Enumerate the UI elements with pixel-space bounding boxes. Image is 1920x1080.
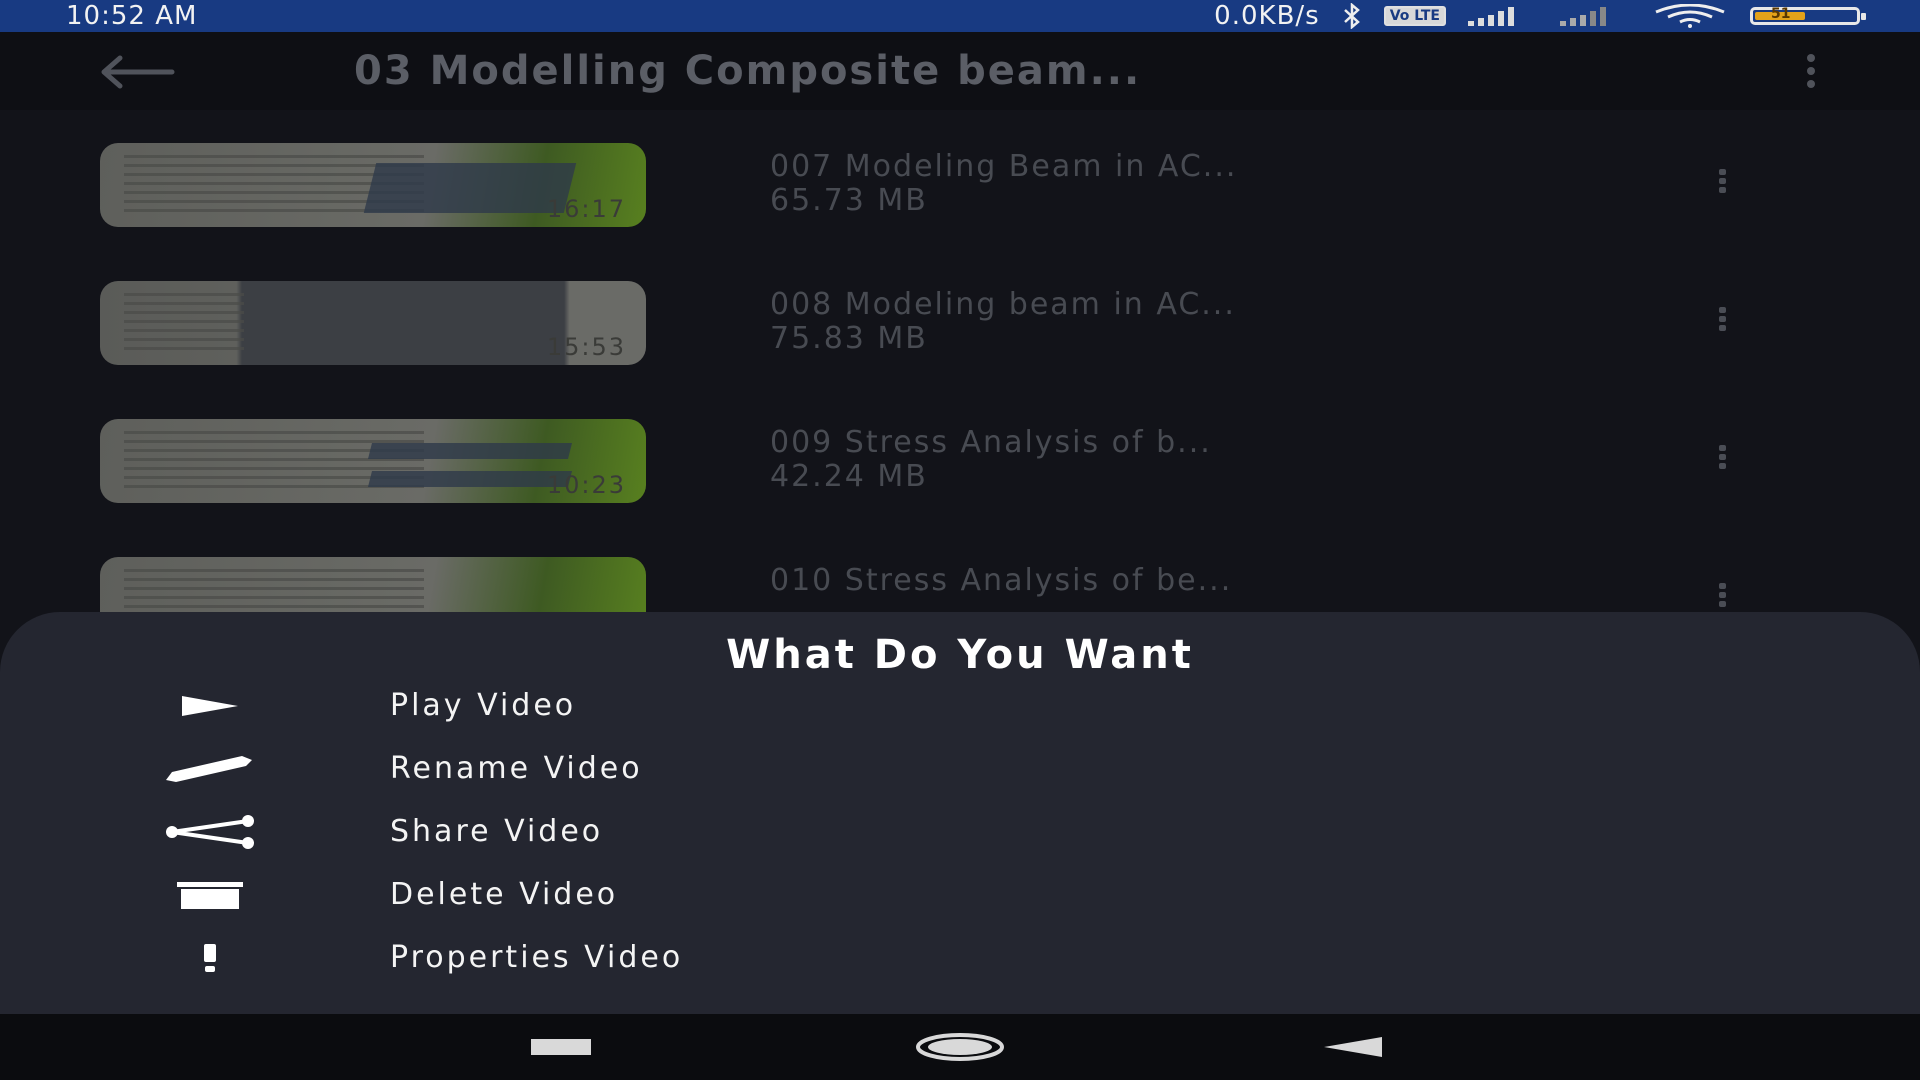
sheet-title: What Do You Want (726, 632, 1194, 678)
video-name: 008 Modeling beam in AC... (770, 287, 1236, 322)
option-label: Delete Video (390, 877, 619, 912)
recents-square-icon (531, 1039, 591, 1055)
item-more-button[interactable] (1710, 442, 1734, 472)
video-list-item[interactable]: 15:53 008 Modeling beam in AC... 75.83 M… (0, 248, 1920, 386)
system-nav-bar (0, 1014, 1920, 1080)
option-label: Share Video (390, 814, 604, 849)
more-vertical-icon (1718, 307, 1726, 313)
delete-video-option[interactable]: Delete Video (0, 867, 1920, 923)
share-icon (160, 810, 260, 854)
item-more-button[interactable] (1710, 166, 1734, 196)
trash-icon (160, 873, 260, 917)
rename-video-option[interactable]: Rename Video (0, 741, 1920, 797)
video-name: 010 Stress Analysis of be... (770, 563, 1233, 598)
back-triangle-icon (1324, 1037, 1382, 1057)
more-vertical-icon (1718, 445, 1726, 451)
more-vertical-icon (1718, 583, 1726, 589)
more-options-button[interactable] (1796, 52, 1826, 90)
video-thumbnail[interactable]: 15:53 (100, 281, 646, 365)
more-vertical-icon (1807, 54, 1815, 62)
back-nav-button[interactable] (1322, 1022, 1384, 1072)
item-more-button[interactable] (1710, 304, 1734, 334)
play-icon (160, 684, 260, 728)
item-more-button[interactable] (1710, 580, 1734, 610)
video-name: 009 Stress Analysis of b... (770, 425, 1212, 460)
status-icons: 0.0KB/s Vo LTE 51 (1214, 0, 1866, 32)
video-duration: 15:53 (546, 333, 626, 361)
video-list: 16:17 007 Modeling Beam in AC... 65.73 M… (0, 110, 1920, 620)
status-bar: 10:52 AM 0.0KB/s Vo LTE 51 (0, 0, 1920, 32)
page-title: 03 Modelling Composite beam... (354, 48, 1142, 94)
video-name: 007 Modeling Beam in AC... (770, 149, 1238, 184)
video-size: 42.24 MB (770, 459, 928, 494)
option-label: Rename Video (390, 751, 643, 786)
app-bar: 03 Modelling Composite beam... (0, 32, 1920, 110)
exclamation-icon (160, 936, 260, 980)
video-list-item[interactable]: 16:17 007 Modeling Beam in AC... 65.73 M… (0, 110, 1920, 248)
video-thumbnail[interactable]: 10:23 (100, 419, 646, 503)
back-button[interactable] (96, 50, 180, 94)
more-vertical-icon (1718, 169, 1726, 175)
action-bottom-sheet: What Do You Want Play Video Rename Video… (0, 612, 1920, 1014)
recents-button[interactable] (530, 1022, 592, 1072)
pencil-icon (160, 747, 260, 791)
signal-icon (1468, 0, 1538, 32)
network-speed: 0.0KB/s (1214, 1, 1320, 31)
video-size: 75.83 MB (770, 321, 928, 356)
video-duration: 10:23 (546, 471, 626, 499)
video-size: 65.73 MB (770, 183, 928, 218)
bluetooth-icon (1342, 0, 1362, 32)
play-video-option[interactable]: Play Video (0, 678, 1920, 734)
wifi-icon (1652, 0, 1728, 32)
video-thumbnail[interactable] (100, 557, 646, 620)
video-list-item[interactable]: 10:23 009 Stress Analysis of b... 42.24 … (0, 386, 1920, 524)
arrow-left-icon (101, 55, 175, 89)
battery-icon: 51 (1750, 0, 1866, 32)
video-duration: 16:17 (546, 195, 626, 223)
status-time: 10:52 AM (66, 1, 198, 31)
properties-video-option[interactable]: Properties Video (0, 930, 1920, 986)
video-list-item[interactable]: 010 Stress Analysis of be... (0, 524, 1920, 620)
option-label: Play Video (390, 688, 577, 723)
share-video-option[interactable]: Share Video (0, 804, 1920, 860)
signal-icon-2 (1560, 0, 1630, 32)
video-thumbnail[interactable]: 16:17 (100, 143, 646, 227)
volte-icon: Vo LTE (1383, 0, 1446, 32)
option-label: Properties Video (390, 940, 684, 975)
home-button[interactable] (914, 1022, 1006, 1072)
home-circle-icon (916, 1033, 1004, 1061)
